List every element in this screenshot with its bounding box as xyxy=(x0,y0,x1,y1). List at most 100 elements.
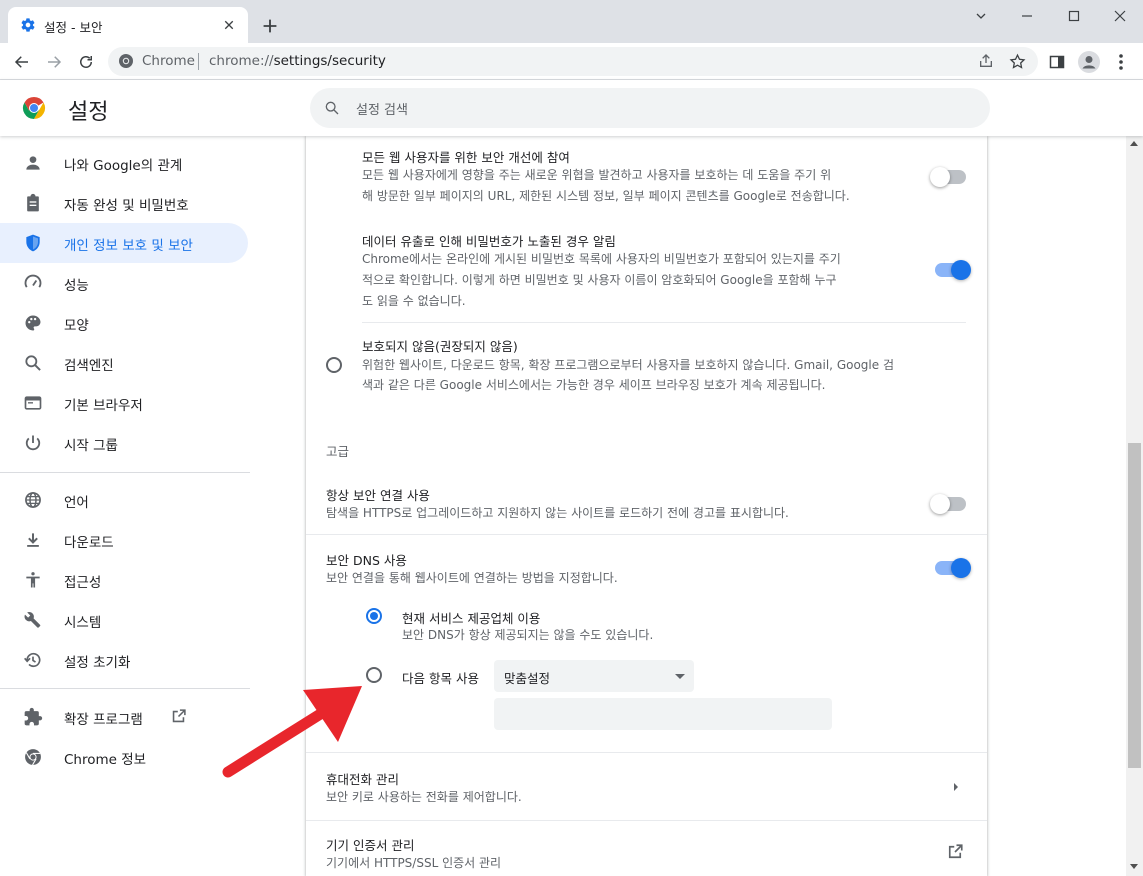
close-window-icon[interactable] xyxy=(1097,0,1143,32)
settings-search-input[interactable]: 설정 검색 xyxy=(310,88,990,128)
dns-custom-url-input[interactable] xyxy=(494,698,832,730)
profile-avatar-icon[interactable] xyxy=(1077,50,1101,74)
manage-phones-row[interactable]: 휴대전화 관리 보안 키로 사용하는 전화를 제어합니다. xyxy=(306,753,987,819)
advanced-heading: 고급 xyxy=(326,444,350,459)
search-placeholder: 설정 검색 xyxy=(356,103,408,118)
security-settings-card: 모든 웹 사용자를 위한 보안 개선에 참여 모든 웹 사용자에게 영향을 주는… xyxy=(306,136,987,876)
manage-certificates-title: 기기 인증서 관리 xyxy=(326,838,415,853)
chrome-icon xyxy=(25,749,41,766)
manage-phones-title: 휴대전화 관리 xyxy=(326,772,399,787)
sidebar-divider xyxy=(0,688,250,689)
restore-icon xyxy=(24,652,41,668)
tab-title: 설정 - 보안 xyxy=(44,20,103,35)
password-leak-toggle[interactable] xyxy=(935,260,971,280)
always-secure-toggle[interactable] xyxy=(930,494,966,514)
manage-phones-desc: 보안 키로 사용하는 전화를 제어합니다. xyxy=(326,790,522,804)
sidebar-item-accessibility[interactable]: 접근성 xyxy=(0,560,248,600)
settings-sidebar: 나와 Google의 관계 자동 완성 및 비밀번호 개인 정보 보호 및 보안… xyxy=(0,136,250,876)
no-protection-radio[interactable] xyxy=(326,357,342,373)
scroll-down-arrow-icon[interactable] xyxy=(1130,864,1138,869)
dns-custom-label: 다음 항목 사용 xyxy=(402,671,479,686)
sidebar-item-on-startup[interactable]: 시작 그룹 xyxy=(0,423,248,463)
sidebar-item-performance[interactable]: 성능 xyxy=(0,263,248,303)
password-leak-desc-2: 적으로 확인합니다. 이렇게 하면 비밀번호 및 사용자 이름이 암호화되어 G… xyxy=(362,273,837,287)
manage-certificates-row[interactable]: 기기 인증서 관리 기기에서 HTTPS/SSL 인증서 관리 xyxy=(306,821,987,876)
sidebar-item-appearance[interactable]: 모양 xyxy=(0,303,248,343)
page-scrollbar[interactable] xyxy=(1126,136,1143,876)
tab-search-icon[interactable] xyxy=(958,0,1004,32)
bookmark-star-icon[interactable] xyxy=(1005,49,1029,73)
share-icon[interactable] xyxy=(974,49,998,73)
sidebar-item-system[interactable]: 시스템 xyxy=(0,600,248,640)
dns-current-provider-radio[interactable] xyxy=(366,608,382,624)
no-protection-desc-2: 색과 같은 다른 Google 서비스에서는 가능한 경우 세이프 브라우징 보… xyxy=(362,378,826,392)
sidebar-item-search-engine[interactable]: 검색엔진 xyxy=(0,343,248,383)
always-secure-desc: 탐색을 HTTPS로 업그레이드하고 지원하지 않는 사이트를 로드하기 전에 … xyxy=(326,506,789,520)
speedometer-icon xyxy=(24,274,42,288)
sidebar-item-label: 검색엔진 xyxy=(64,358,114,374)
password-leak-desc-1: Chrome에서는 온라인에 게시된 비밀번호 목록에 사용자의 비밀번호가 포… xyxy=(362,252,841,266)
chevron-right-icon xyxy=(954,783,958,791)
sidebar-item-label: 설정 초기화 xyxy=(64,655,131,671)
sidebar-item-downloads[interactable]: 다운로드 xyxy=(0,520,248,560)
minimize-icon[interactable] xyxy=(1004,0,1050,32)
sidebar-item-about-chrome[interactable]: Chrome 정보 xyxy=(0,737,248,777)
sidebar-item-label: 모양 xyxy=(64,318,89,334)
improve-security-desc-1: 모든 웹 사용자에게 영향을 주는 새로운 위협을 발견하고 사용자를 보호하는… xyxy=(362,168,832,182)
sidebar-item-languages[interactable]: 언어 xyxy=(0,480,248,520)
omnibox-separator xyxy=(198,53,199,70)
secure-dns-toggle[interactable] xyxy=(935,558,971,578)
accessibility-icon xyxy=(26,572,40,588)
scrollbar-thumb[interactable] xyxy=(1128,443,1141,768)
improve-security-toggle[interactable] xyxy=(930,167,966,187)
back-icon[interactable] xyxy=(10,50,34,74)
divider xyxy=(306,534,987,535)
url-text: chrome://settings/security xyxy=(209,53,386,69)
search-icon xyxy=(325,101,339,115)
menu-kebab-icon[interactable] xyxy=(1109,50,1133,74)
url-path: settings/security xyxy=(273,53,386,69)
puzzle-icon xyxy=(24,707,43,726)
dns-provider-select-value: 맞춤설정 xyxy=(504,671,551,686)
sidebar-item-label: 다운로드 xyxy=(64,535,114,551)
chrome-site-icon xyxy=(119,54,133,68)
dns-custom-radio[interactable] xyxy=(366,667,382,683)
no-protection-desc-1: 위험한 웹사이트, 다운로드 항목, 확장 프로그램으로부터 사용자를 보호하지… xyxy=(362,358,894,372)
new-tab-icon[interactable] xyxy=(259,15,281,37)
open-in-new-icon xyxy=(172,709,186,723)
browser-toolbar: Chrome chrome://settings/security xyxy=(0,43,1143,80)
shield-icon xyxy=(26,234,40,252)
sidebar-item-label: 언어 xyxy=(64,495,89,511)
sidebar-item-default-browser[interactable]: 기본 브라우저 xyxy=(0,383,248,423)
always-secure-title: 항상 보안 연결 사용 xyxy=(326,488,430,503)
globe-icon xyxy=(25,492,41,508)
sidebar-item-autofill[interactable]: 자동 완성 및 비밀번호 xyxy=(0,183,248,223)
settings-gear-icon xyxy=(21,18,35,32)
dns-current-provider-desc: 보안 DNS가 항상 제공되지는 않을 수도 있습니다. xyxy=(402,628,654,642)
palette-icon xyxy=(25,315,41,331)
sidebar-divider xyxy=(0,472,250,473)
sidebar-item-label: 기본 브라우저 xyxy=(64,398,143,414)
sidebar-item-google-account[interactable]: 나와 Google의 관계 xyxy=(0,143,248,183)
maximize-icon[interactable] xyxy=(1051,0,1097,32)
clipboard-icon xyxy=(27,193,39,212)
browser-tab[interactable]: 설정 - 보안 xyxy=(8,7,248,43)
sidebar-item-reset-settings[interactable]: 설정 초기화 xyxy=(0,640,248,680)
password-leak-desc-3: 도 읽을 수 없습니다. xyxy=(362,294,466,308)
sidebar-item-extensions[interactable]: 확장 프로그램 xyxy=(0,697,248,737)
scroll-up-arrow-icon[interactable] xyxy=(1130,141,1138,146)
sidebar-item-label: 접근성 xyxy=(64,575,102,591)
reload-icon[interactable] xyxy=(74,50,98,74)
side-panel-icon[interactable] xyxy=(1045,50,1069,74)
open-in-new-icon xyxy=(948,844,963,859)
address-bar[interactable]: Chrome chrome://settings/security xyxy=(108,47,1038,76)
person-icon xyxy=(26,156,40,170)
sidebar-item-label: 시작 그룹 xyxy=(64,438,118,454)
close-tab-icon[interactable] xyxy=(220,16,238,34)
forward-icon[interactable] xyxy=(42,50,66,74)
dns-provider-select[interactable]: 맞춤설정 xyxy=(494,660,694,692)
page-title: 설정 xyxy=(68,100,109,125)
sidebar-item-privacy-security[interactable]: 개인 정보 보호 및 보안 xyxy=(0,223,248,263)
browser-icon xyxy=(24,396,42,410)
dropdown-arrow-icon xyxy=(675,674,685,679)
